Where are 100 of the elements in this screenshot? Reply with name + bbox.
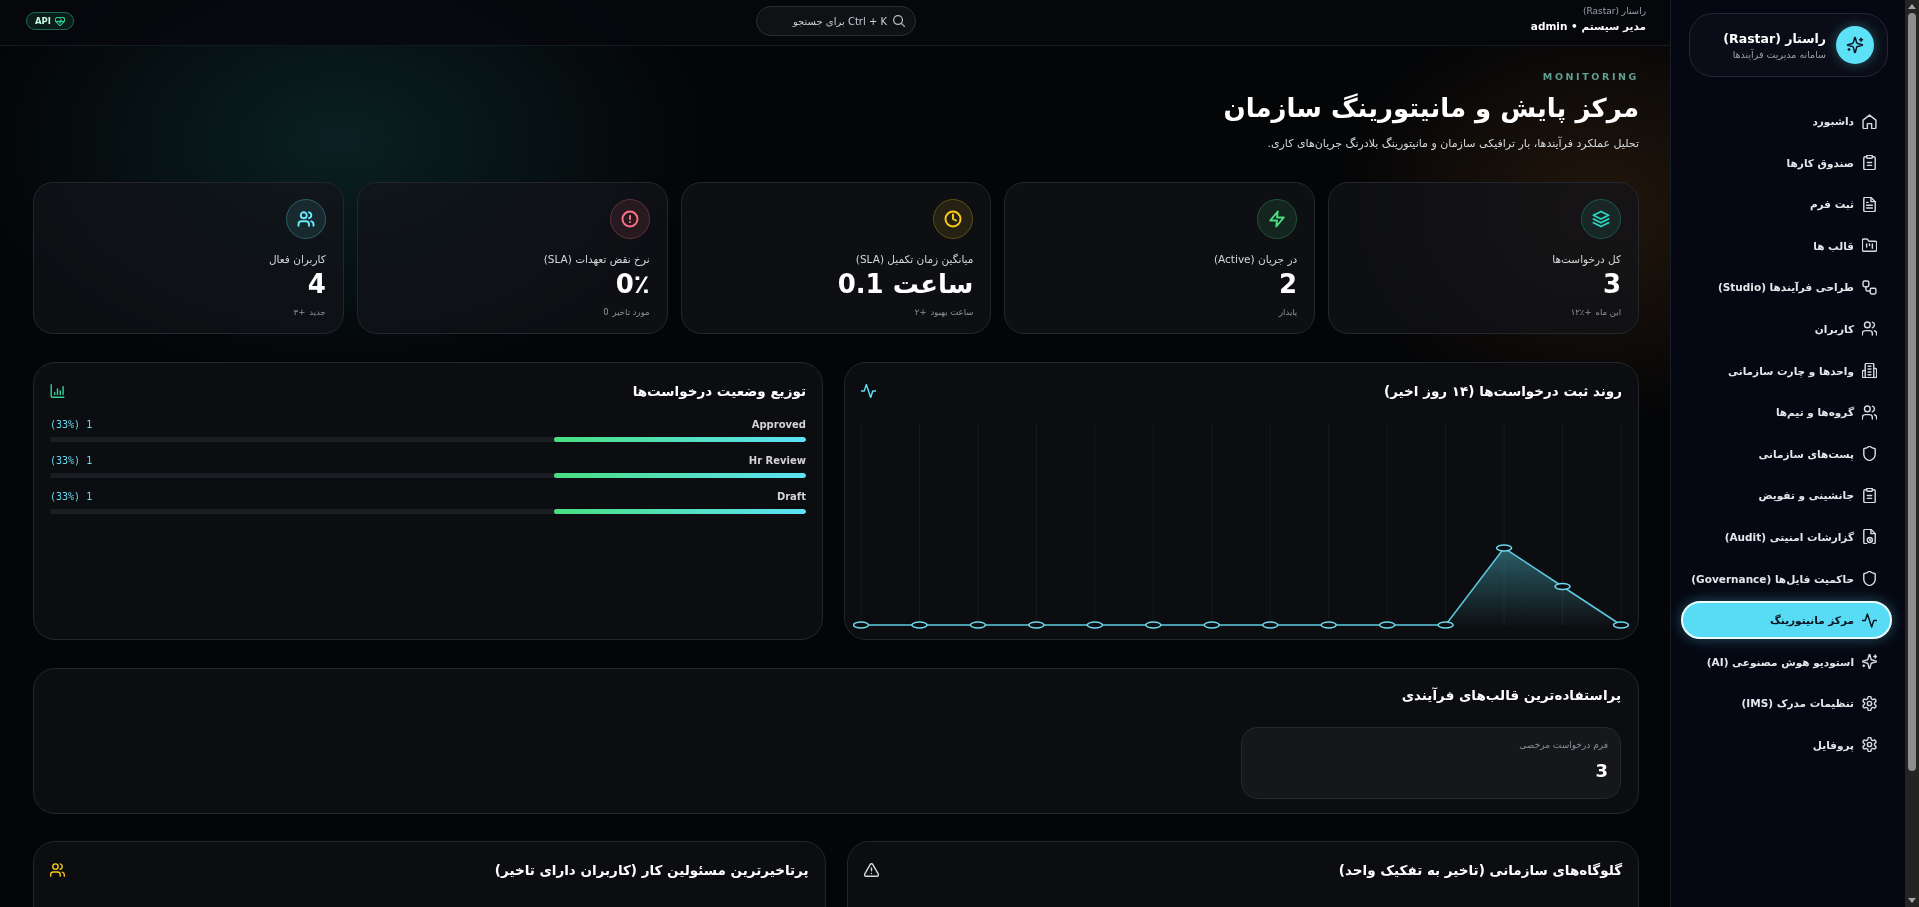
stat-label: در جریان (Active) (1212, 252, 1298, 267)
sidebar-item[interactable]: طراحی فرآیندها (Studio) (1681, 268, 1892, 307)
stat-value: 4 (306, 269, 326, 299)
scroll-up-icon[interactable] (1908, 4, 1916, 9)
stat-value: 0٪ (614, 269, 650, 299)
folder-icon (1862, 238, 1877, 254)
sidebar-item[interactable]: کاربران (1681, 309, 1892, 348)
data-point (1028, 621, 1045, 629)
home-icon (1862, 113, 1877, 129)
scroll-down-icon[interactable] (1908, 898, 1916, 903)
stat-note: جدید (309, 306, 326, 318)
sidebar-item[interactable]: مرکز مانیتورینگ (1681, 601, 1892, 640)
clock-icon (933, 199, 974, 239)
sidebar-item[interactable]: داشبورد (1681, 102, 1892, 140)
lightning-icon (1257, 199, 1298, 239)
sidebar-item[interactable]: استودیو هوش مصنوعی (AI) (1681, 642, 1892, 681)
stat-label: نرخ نقض تعهدات (SLA) (542, 252, 650, 267)
panel-title: توزیع وضعیت درخواست‌ها (632, 382, 806, 401)
users-icon (285, 199, 326, 239)
panel-title: پراستفاده‌ترین قالب‌های فرآیندی (1400, 686, 1621, 705)
sidebar-item[interactable]: صندوق کارها (1681, 143, 1892, 182)
workflow-icon (1862, 279, 1877, 295)
warning-icon (863, 863, 879, 877)
status-count: 1 (33%) (50, 418, 93, 430)
template-name: فرم درخواست مرخصی (1518, 739, 1608, 752)
sidebar-item[interactable]: قالب ها (1681, 226, 1892, 265)
users-icon (1862, 404, 1877, 420)
data-point (1320, 621, 1337, 629)
data-point (1437, 621, 1454, 629)
template-count: 3 (1594, 759, 1608, 783)
sidebar-item[interactable]: واحدها و چارت سازمانی (1681, 351, 1892, 390)
scrollbar-thumb[interactable] (1908, 13, 1916, 771)
data-point (911, 621, 928, 629)
status-label: Hr Review (748, 454, 806, 466)
data-point (969, 621, 987, 629)
alert-icon (609, 199, 650, 239)
settings-icon (1862, 695, 1877, 711)
sidebar-item[interactable]: تنظیمات مدرک (IMS) (1681, 684, 1892, 723)
panel-title: روند ثبت درخواست‌ها (۱۴ روز اخیر) (1384, 382, 1622, 401)
section-eyebrow: MONITORING (1541, 70, 1639, 84)
sidebar-item[interactable]: پروفایل (1681, 725, 1892, 764)
brand-subtitle: سامانه مدیریت فرآیندها (1731, 48, 1826, 60)
bar-chart-icon (50, 384, 65, 398)
search-icon (893, 15, 905, 27)
page-title: مرکز پایش و مانیتورینگ سازمان (1222, 92, 1639, 126)
shield-icon (1862, 446, 1877, 462)
status-label: Approved (751, 418, 806, 430)
building-icon (1862, 363, 1877, 379)
settings-icon (1862, 737, 1877, 753)
status-count: 1 (33%) (50, 490, 93, 502)
data-point (1203, 621, 1221, 629)
panel-title: پرتاخیرترین مسئولین کار (کاربران دارای تاخیر) (494, 861, 809, 880)
data-point (1145, 621, 1162, 629)
user-name: مدیر سیستم • admin (1530, 19, 1646, 33)
document-icon (1862, 529, 1877, 545)
brand-card[interactable]: راستار (Rastar) سامانه مدیریت فرآیندها (1689, 13, 1888, 77)
data-point (1554, 582, 1571, 591)
brand-title: راستار (Rastar) (1723, 30, 1826, 46)
pulse-icon (1862, 612, 1877, 628)
layers-icon (1581, 199, 1621, 239)
sidebar-item[interactable]: ثبت فرم (1681, 185, 1892, 224)
stat-note: پایدار (1278, 306, 1298, 318)
pulse-icon (861, 384, 876, 398)
data-point (1378, 621, 1396, 629)
stat-label: کل درخواست‌ها (1551, 252, 1621, 267)
stat-note: ساعت بهبود (930, 306, 974, 318)
stat-note: این ماه (1595, 306, 1621, 318)
api-label: API (35, 16, 51, 26)
page-subtitle: تحلیل عملکرد فرآیندها، بار ترافیکی سازمان و مانیتورینگ بلادرنگ جریان‌های کاری. (1266, 136, 1639, 152)
data-point (1612, 621, 1630, 629)
shield-icon (1862, 571, 1877, 587)
sidebar-item[interactable]: گزارشات امنیتی (Audit) (1681, 517, 1892, 556)
data-point (853, 621, 870, 629)
status-count: 1 (33%) (50, 454, 93, 466)
sparkles-icon (1836, 26, 1874, 64)
stat-label: میانگین زمان تکمیل (SLA) (854, 252, 974, 267)
sidebar-item[interactable]: گروه‌ها و تیم‌ها (1681, 393, 1892, 432)
sparkles-icon (1862, 654, 1877, 670)
stat-change: +۲ (914, 306, 927, 318)
clipboard-icon (1862, 487, 1877, 503)
data-point (1495, 544, 1513, 552)
search-field[interactable]: Ctrl + K برای جستجو (756, 6, 916, 36)
sidebar-item[interactable]: جانشینی و تفویض (1681, 476, 1892, 515)
stat-change: +۳ (293, 306, 306, 318)
stat-value: 3 (1601, 269, 1621, 299)
document-icon (1862, 196, 1877, 212)
stat-change: +۱۲٪ (1570, 306, 1592, 318)
sidebar-item[interactable]: پست‌های سازمانی (1681, 434, 1892, 473)
stat-note: مورد تاخیر (612, 306, 650, 318)
heart-pulse-icon (55, 16, 65, 26)
data-point (1261, 621, 1279, 629)
status-label: Draft (776, 490, 806, 502)
clipboard-icon (1862, 155, 1877, 171)
stat-change: 0 (603, 306, 609, 318)
data-point (1086, 621, 1104, 629)
users-icon (1862, 321, 1877, 337)
sidebar-item[interactable]: حاکمیت فایل‌ها (Governance) (1681, 559, 1892, 598)
stat-value: 2 (1278, 269, 1298, 299)
panel-title: گلوگاه‌های سازمانی (تاخیر به تفکیک واحد) (1338, 861, 1622, 880)
users-icon (50, 863, 65, 877)
